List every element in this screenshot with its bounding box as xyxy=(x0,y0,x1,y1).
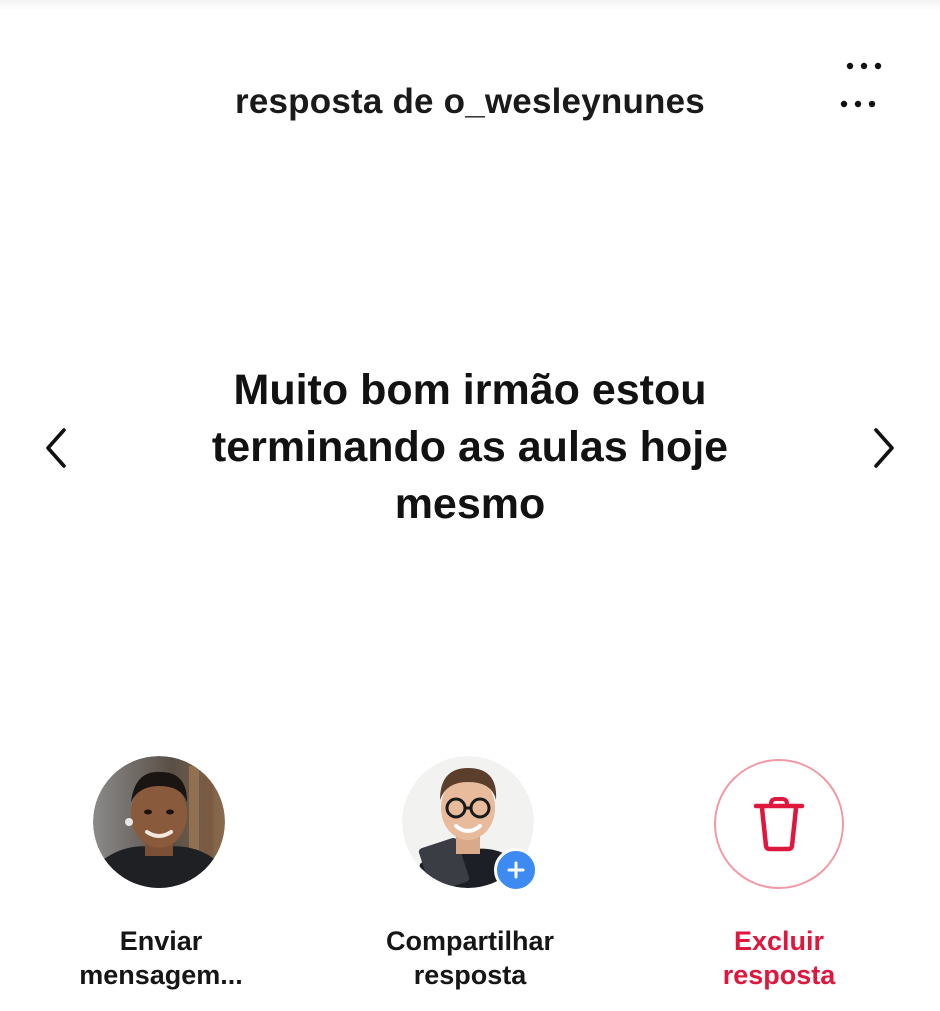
more-horizontal-icon[interactable] xyxy=(834,92,882,116)
trash-icon xyxy=(753,797,805,852)
share-reply-button[interactable]: Compartilhar resposta xyxy=(335,756,605,992)
trash-circle xyxy=(714,759,844,889)
share-reply-label: Compartilhar resposta xyxy=(385,926,555,990)
reply-text: Muito bom irmão estou terminando as aula… xyxy=(211,366,729,528)
next-button[interactable] xyxy=(860,420,908,476)
delete-reply-button[interactable]: Excluir resposta xyxy=(644,756,914,992)
recipient-avatar xyxy=(93,756,229,892)
previous-button[interactable] xyxy=(32,420,80,476)
more-options-icon[interactable] xyxy=(840,56,888,76)
chevron-left-icon xyxy=(46,428,66,468)
top-edge xyxy=(0,0,940,10)
plus-icon xyxy=(494,848,538,892)
delete-reply-label: Excluir resposta xyxy=(722,926,836,990)
send-message-label: Enviar mensagem... xyxy=(79,926,243,990)
chevron-right-icon xyxy=(874,428,894,468)
sharer-avatar xyxy=(402,756,538,892)
page-title: resposta de o_wesleynunes xyxy=(235,82,705,121)
send-message-button[interactable]: Enviar mensagem... xyxy=(26,756,296,992)
delete-icon-wrap xyxy=(711,756,847,892)
